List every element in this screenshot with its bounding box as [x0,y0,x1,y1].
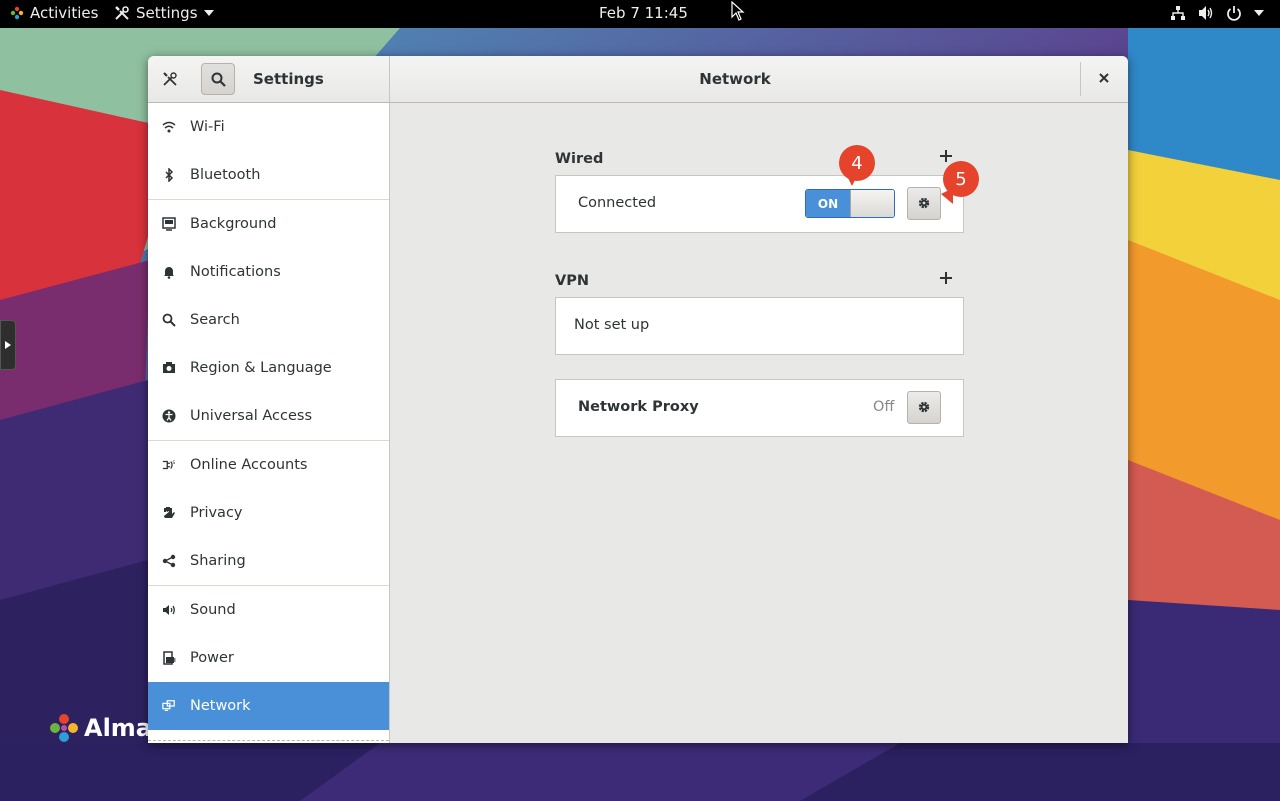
power-icon [1226,5,1242,21]
sidebar-item-sharing[interactable]: Sharing [148,537,389,585]
sidebar-item-sound[interactable]: Sound [148,586,389,634]
app-menu[interactable]: Settings [114,4,214,22]
sidebar-item-network[interactable]: Network [148,682,389,730]
switch-knob [850,190,894,217]
sidebar-item-bluetooth[interactable]: Bluetooth [148,151,389,199]
volume-icon [1198,5,1214,21]
sidebar-item-privacy[interactable]: Privacy [148,489,389,537]
gear-icon [918,197,930,209]
search-icon [162,313,176,327]
close-icon [1099,73,1109,83]
sidebar-item-label: Region & Language [190,360,332,376]
sidebar-item-power[interactable]: Power [148,634,389,682]
add-wired-button[interactable] [940,145,952,165]
share-icon [162,554,176,568]
settings-sidebar: Wi-Fi Bluetooth Background Notifications… [148,103,390,743]
sidebar-item-universal-access[interactable]: Universal Access [148,392,389,440]
plus-icon [940,150,952,162]
speaker-icon [162,603,176,617]
sidebar-item-label: Network [190,698,251,714]
sidebar-item-search[interactable]: Search [148,296,389,344]
header-separator [1080,62,1081,96]
chevron-right-icon [5,341,11,349]
sidebar-item-label: Notifications [190,264,281,280]
sidebar-item-label: Sharing [190,553,246,569]
network-panel: Wired Connected ON VPN Not set up Networ… [390,103,1128,743]
callout-badge: 5 [943,161,979,197]
desktop-logo: Almal [48,712,160,744]
vpn-row: Not set up [555,297,964,355]
alma-logo-icon [50,714,78,742]
system-tray[interactable] [1170,5,1264,21]
proxy-label: Network Proxy [578,399,699,415]
background-icon [162,217,176,231]
sidebar-item-notifications[interactable]: Notifications [148,248,389,296]
power-plug-icon [162,651,176,665]
sidebar-item-region-language[interactable]: Region & Language [148,344,389,392]
alma-logo-icon [10,6,24,20]
bell-icon [162,265,176,279]
search-icon [211,72,226,87]
sidebar-item-label: Search [190,312,240,328]
sidebar-item-wifi[interactable]: Wi-Fi [148,103,389,151]
wired-settings-button[interactable] [907,187,941,220]
header-left: Settings [148,56,390,102]
tools-icon [114,5,130,21]
vpn-status: Not set up [574,317,650,333]
bluetooth-icon [162,168,176,182]
wired-section-title: Wired [555,151,604,167]
sidebar-item-label: Power [190,650,234,666]
wired-toggle-switch[interactable]: ON [805,189,895,218]
tools-icon [162,71,178,91]
header-bar: Settings Network [148,56,1128,103]
sidebar-item-label: Background [190,216,277,232]
network-proxy-row[interactable]: Network Proxy Off [555,379,964,437]
sidebar-item-label: Universal Access [190,408,313,424]
sidebar-item-label: Wi-Fi [190,119,225,135]
add-vpn-button[interactable] [940,267,952,287]
panel-title: Network [699,70,771,88]
wired-connection-row: Connected ON [555,175,964,233]
vpn-section-title: VPN [555,273,589,289]
activities-button[interactable]: Activities [10,4,98,22]
search-button[interactable] [201,63,235,95]
network-wired-icon [1170,5,1186,21]
sidebar-item-label: Sound [190,602,236,618]
svg-text:S: S [173,460,176,466]
sidebar-title: Settings [253,70,324,88]
hand-icon [162,506,176,520]
sidebar-item-background[interactable]: Background [148,200,389,248]
sidebar-item-online-accounts[interactable]: S Online Accounts [148,441,389,489]
plus-icon [940,272,952,284]
accessibility-icon [162,409,176,423]
wifi-icon [162,120,176,134]
mouse-cursor-icon [731,0,745,25]
proxy-settings-button[interactable] [907,391,941,424]
settings-window: Settings Network Wi-Fi Bluetooth Backgro… [148,56,1128,743]
network-icon [162,699,176,713]
sidebar-item-label: Privacy [190,505,243,521]
callout-badge: 4 [839,145,875,181]
sidebar-item-label: Bluetooth [190,167,261,183]
app-menu-label: Settings [136,4,198,22]
chevron-down-icon [203,9,214,17]
sidebar-scroll-edge [148,740,389,741]
online-accounts-icon: S [162,458,176,472]
clock[interactable]: Feb 7 11:45 [599,4,688,22]
camera-icon [162,361,176,375]
chevron-down-icon [1254,9,1264,17]
proxy-status: Off [873,399,895,415]
close-button[interactable] [1098,72,1110,88]
sidebar-item-label: Online Accounts [190,457,308,473]
switch-on-label: ON [806,190,850,217]
wired-status: Connected [578,195,657,211]
gear-icon [918,401,930,413]
dash-handle[interactable] [0,320,16,370]
top-bar: Activities Settings Feb 7 11:45 [0,0,1280,28]
activities-label: Activities [30,4,99,22]
